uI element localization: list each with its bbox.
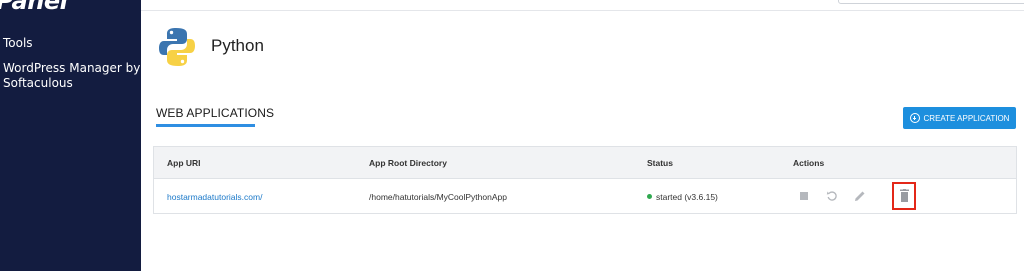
edit-icon[interactable] <box>854 190 866 202</box>
stop-icon[interactable] <box>800 192 808 200</box>
sidebar-item-tools[interactable]: Tools <box>3 36 33 51</box>
header-status: Status <box>647 158 673 168</box>
top-bar <box>141 0 1024 11</box>
web-applications-table: App URI App Root Directory Status Action… <box>153 146 1017 214</box>
sidebar-item-softaculous[interactable]: Softaculous <box>3 76 73 91</box>
page-title: Python <box>211 36 264 55</box>
table-header: App URI App Root Directory Status Action… <box>154 147 1016 179</box>
sidebar: Panel Tools WordPress Manager by Softacu… <box>0 0 141 271</box>
main-content: Python WEB APPLICATIONS CREATE APPLICATI… <box>141 0 1024 271</box>
delete-highlight-box <box>892 182 916 210</box>
section-title: WEB APPLICATIONS <box>156 106 275 120</box>
create-application-label: CREATE APPLICATION <box>923 113 1010 123</box>
search-input[interactable] <box>838 0 1024 4</box>
status-dot-icon <box>647 194 652 199</box>
sidebar-item-wordpress-manager[interactable]: WordPress Manager by <box>3 61 140 76</box>
python-logo-icon <box>159 28 195 66</box>
app-uri-link[interactable]: hostarmadatutorials.com/ <box>167 192 262 202</box>
restart-icon[interactable] <box>826 190 838 202</box>
app-status: started (v3.6.15) <box>647 192 718 202</box>
cpanel-logo[interactable]: Panel <box>0 0 68 15</box>
app-status-text: started (v3.6.15) <box>656 192 718 202</box>
section-underline <box>156 124 255 127</box>
plus-circle-icon <box>909 113 920 123</box>
app-root-directory: /home/hatutorials/MyCoolPythonApp <box>369 192 507 202</box>
create-application-button[interactable]: CREATE APPLICATION <box>903 107 1016 129</box>
header-app-root-directory: App Root Directory <box>369 158 447 168</box>
header-app-uri: App URI <box>167 158 201 168</box>
table-row: hostarmadatutorials.com/ /home/hatutoria… <box>154 179 1016 213</box>
header-actions: Actions <box>793 158 825 168</box>
